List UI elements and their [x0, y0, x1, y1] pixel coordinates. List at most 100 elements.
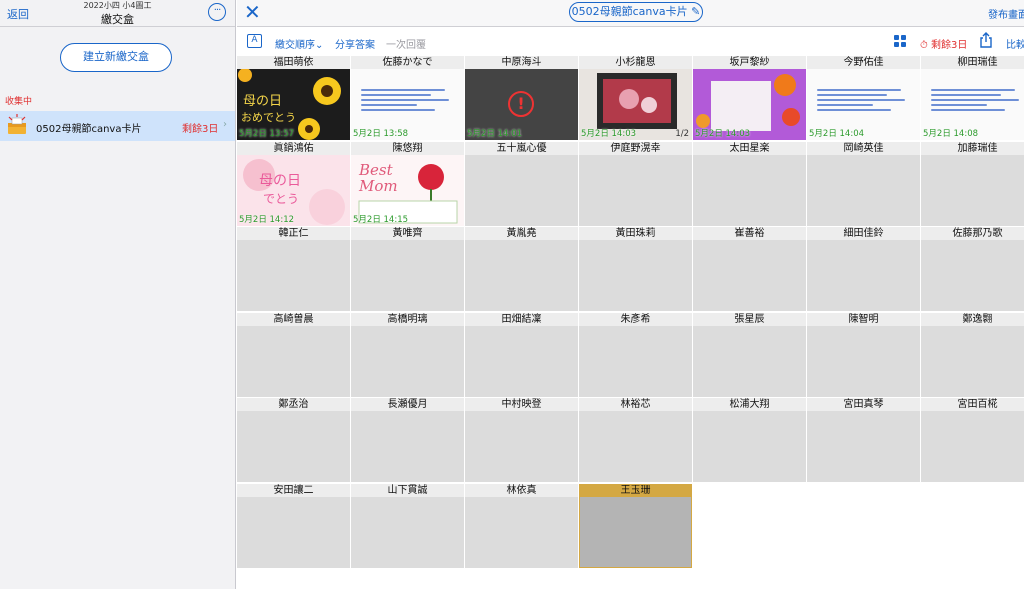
student-submission-cell[interactable]: 田畑結凜 [465, 312, 578, 397]
student-name: 黃唯齊 [351, 227, 464, 240]
student-submission-cell[interactable]: 王玉珊 [579, 483, 692, 568]
create-submission-box-button[interactable]: 建立新繳交盒 [60, 43, 172, 72]
student-submission-cell[interactable]: 松浦大翔 [693, 398, 806, 482]
student-name: 岡崎英佳 [807, 141, 920, 155]
grid-view-icon[interactable] [894, 35, 906, 47]
page-count: 1/2 [675, 129, 689, 139]
pencil-icon: ✎ [691, 5, 701, 18]
submission-grid: 福田萌依 母の日 おめでとう 5月2日 13:57 佐藤かなで 5月2日 13:58 中原海… [237, 56, 1024, 589]
student-name: 細田佳鈴 [807, 227, 920, 240]
student-name: 黃田珠莉 [579, 227, 692, 240]
student-submission-cell[interactable]: 中原海斗! 5月2日 14:01 [465, 56, 578, 140]
student-submission-cell[interactable]: 黃唯齊 [351, 227, 464, 311]
student-submission-cell[interactable]: 坂戸黎紗 5月2日 14:03 [693, 56, 806, 140]
sidebar-header: 返回 2022小四 小4圖工 繳交盒 ··· [0, 0, 235, 27]
student-name: 高崎曽晨 [237, 312, 350, 326]
student-submission-cell[interactable]: 山下貫誠 [351, 483, 464, 568]
more-options-button[interactable]: ··· [208, 3, 226, 21]
student-name: 太田星楽 [693, 141, 806, 155]
student-name: 安田讓二 [237, 483, 350, 497]
student-submission-cell[interactable]: 陳悠翔 Best Mom 5月2日 14:15 [351, 141, 464, 226]
sort-order-dropdown[interactable]: 繳交順序⌄ [275, 36, 323, 51]
svg-text:母の日: 母の日 [243, 94, 282, 109]
student-submission-cell[interactable]: 伊庭野滉幸 [579, 141, 692, 226]
assignment-title: 0502母親節canva卡片 [571, 5, 688, 18]
student-name: 中村映登 [465, 398, 578, 411]
submission-time: 5月2日 14:03 [695, 129, 751, 139]
student-submission-cell[interactable]: 小杉龍恩 5月2日 14:03 1/2 [579, 56, 692, 140]
student-submission-cell[interactable]: 福田萌依母の日おめでとう 5月2日 13:57 [237, 56, 350, 140]
box-icon [8, 114, 26, 134]
student-submission-cell[interactable]: 長瀬優月 [351, 398, 464, 482]
share-icon[interactable] [979, 32, 993, 48]
student-submission-cell[interactable]: 五十嵐心優 [465, 141, 578, 226]
student-submission-cell[interactable]: 張星辰 [693, 312, 806, 397]
student-name: 鄭丞治 [237, 398, 350, 411]
student-submission-cell[interactable]: 細田佳鈴 [807, 227, 920, 311]
student-submission-cell[interactable]: 鄭丞治 [237, 398, 350, 482]
student-submission-cell[interactable]: 太田星楽 [693, 141, 806, 226]
student-submission-cell[interactable]: 陳智明 [807, 312, 920, 397]
student-submission-cell[interactable]: 今野佑佳 5月2日 14:04 [807, 56, 920, 140]
student-submission-cell[interactable]: 岡崎英佳 [807, 141, 920, 226]
submission-box-item[interactable]: 0502母親節canva卡片 剩餘3日 › [0, 111, 235, 141]
sidebar-title: 繳交盒 [101, 13, 134, 26]
student-submission-cell[interactable]: 林裕芯 [579, 398, 692, 482]
student-name: 韓正仁 [237, 227, 350, 240]
student-submission-cell[interactable]: 黃田珠莉 [579, 227, 692, 311]
compare-button[interactable]: 比較 [1006, 36, 1024, 51]
student-submission-cell[interactable]: 安田讓二 [237, 483, 350, 568]
student-submission-cell[interactable]: 崔善裕 [693, 227, 806, 311]
student-name: 福田萌依 [237, 56, 350, 69]
student-name: 柳田瑞佳 [921, 56, 1024, 69]
student-submission-cell[interactable]: 眞鍋鴻佑母の日でとう 5月2日 14:12 [237, 141, 350, 226]
deadline-remaining: 剩餘3日 [931, 40, 968, 51]
student-submission-cell[interactable]: 林依真 [465, 483, 578, 568]
student-submission-cell[interactable]: 宮田真琴 [807, 398, 920, 482]
student-submission-cell[interactable]: 黃胤堯 [465, 227, 578, 311]
class-name: 2022小四 小4圖工 [83, 1, 152, 10]
student-submission-cell[interactable]: 鄭逸翾 [921, 312, 1024, 397]
student-name: 加藤瑞佳 [921, 141, 1024, 155]
svg-text:母の日: 母の日 [259, 173, 301, 189]
submission-time: 5月2日 13:57 [239, 129, 295, 139]
batch-reply-button[interactable]: 一次回覆 [386, 36, 426, 51]
student-name: 黃胤堯 [465, 227, 578, 240]
text-mode-icon[interactable]: A [247, 34, 262, 48]
svg-text:おめでとう: おめでとう [241, 111, 296, 124]
close-icon[interactable]: ✕ [244, 1, 261, 23]
sidebar: 返回 2022小四 小4圖工 繳交盒 ··· 建立新繳交盒 收集中 0502母親… [0, 0, 236, 589]
share-answers-button[interactable]: 分享答案 [335, 36, 375, 51]
student-name: 坂戸黎紗 [693, 56, 806, 69]
student-submission-cell[interactable]: 高橋明璃 [351, 312, 464, 397]
student-submission-cell[interactable]: 加藤瑞佳 [921, 141, 1024, 226]
deadline-button[interactable]: ⏱ 剩餘3日 [920, 36, 967, 51]
student-submission-cell[interactable]: 韓正仁 [237, 227, 350, 311]
error-icon: ! [508, 91, 534, 117]
student-name: 朱彥希 [579, 312, 692, 326]
student-submission-cell[interactable]: 柳田瑞佳 5月2日 14:08 [921, 56, 1024, 140]
student-submission-cell[interactable]: 宮田百椛 [921, 398, 1024, 482]
student-submission-cell[interactable]: 中村映登 [465, 398, 578, 482]
assignment-title-button[interactable]: 0502母親節canva卡片 ✎ [569, 2, 703, 22]
student-submission-cell[interactable]: 朱彥希 [579, 312, 692, 397]
student-submission-cell[interactable]: 佐藤かなで 5月2日 13:58 [351, 56, 464, 140]
student-name: 陳悠翔 [351, 141, 464, 155]
student-name: 松浦大翔 [693, 398, 806, 411]
student-name: 眞鍋鴻佑 [237, 141, 350, 155]
student-name: 宮田真琴 [807, 398, 920, 411]
student-name: 崔善裕 [693, 227, 806, 240]
student-submission-cell[interactable]: 高崎曽晨 [237, 312, 350, 397]
student-name: 山下貫誠 [351, 483, 464, 497]
collecting-section-label: 收集中 [5, 97, 33, 107]
svg-text:でとう: でとう [263, 192, 299, 206]
clock-icon: ⏱ [920, 40, 928, 51]
student-submission-cell[interactable]: 佐藤那乃歌 [921, 227, 1024, 311]
student-name: 張星辰 [693, 312, 806, 326]
student-name: 鄭逸翾 [921, 312, 1024, 326]
submission-time: 5月2日 14:08 [923, 129, 979, 139]
student-name: 今野佑佳 [807, 56, 920, 69]
chevron-down-icon: ⌄ [315, 40, 324, 51]
publish-screen-button[interactable]: 發布畫面 [988, 6, 1024, 21]
submission-time: 5月2日 14:12 [239, 214, 295, 225]
